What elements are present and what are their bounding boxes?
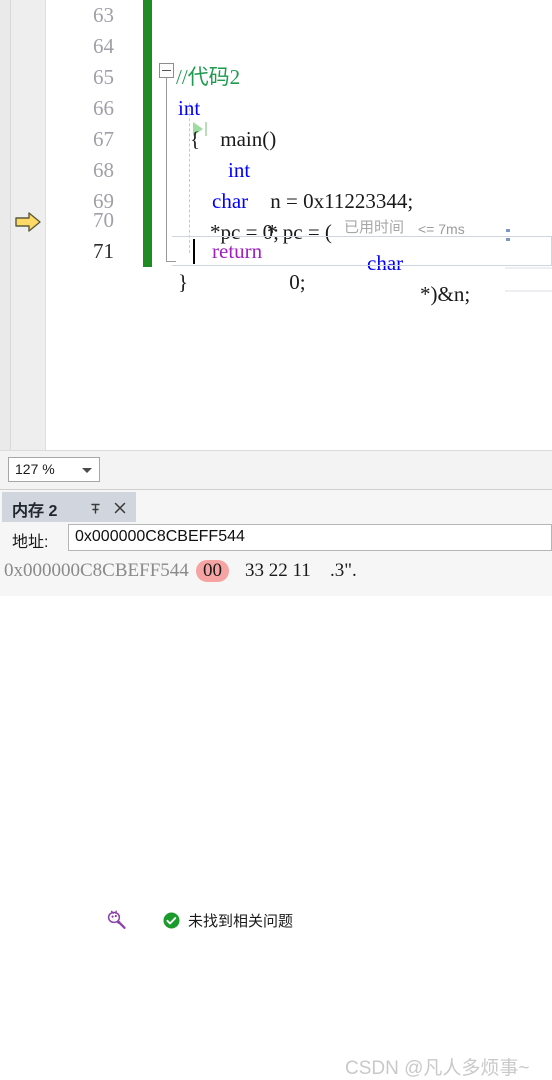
current-statement-arrow-icon[interactable] [14,210,42,234]
chevron-down-icon[interactable] [82,468,92,473]
address-label: 地址: [12,534,49,551]
change-tracking-bar [143,0,152,267]
line-number: 64 [93,34,114,58]
text-caret [193,239,195,264]
line-number: 65 [93,65,114,89]
line-number: 66 [93,96,114,120]
intellicode-brain-icon[interactable] [106,909,128,931]
watermark-text: CSDN @凡人多烦事~ [345,1058,530,1079]
address-row: 地址: 0x000000C8CBEFF544 [0,524,552,552]
memory-row-bytes[interactable]: 33 22 11 [245,560,311,582]
code-line-67[interactable]: int n = 0x11223344; [152,124,552,213]
line-number: 67 [93,127,114,151]
code-text-layer[interactable]: //代码2 int main() { int n = 0x11223344; c… [152,0,552,450]
status-message: 未找到相关问题 [188,913,294,930]
close-icon[interactable] [112,500,128,516]
memory-row-ascii: .3". [330,560,357,581]
scrollbar-annotation-mark [506,229,510,232]
visual-studio-debug-screen: 63 64 65 66 67 68 69 70 71 //代码2 int mai… [0,0,552,1079]
memory-highlighted-byte[interactable]: 00 [196,560,229,582]
pin-icon[interactable] [88,501,103,516]
memory-row-address: 0x000000C8CBEFF544 [4,560,189,581]
line-number: 70 [93,208,114,232]
zoom-level-value: 127 % [15,461,55,477]
address-input-value: 0x000000C8CBEFF544 [75,528,245,545]
current-line-highlight [172,236,552,266]
code-line-70[interactable]: return 0; 已用时间 <= 7ms [152,205,552,294]
editor-separator [505,267,552,269]
zoom-level-combobox[interactable]: 127 % [8,457,100,482]
editor-outer-margin [0,0,11,450]
code-token: } [178,270,189,294]
line-number: 63 [93,3,114,27]
tab-memory-2[interactable]: 内存 2 [2,492,136,522]
code-editor[interactable]: 63 64 65 66 67 68 69 70 71 //代码2 int mai… [0,0,552,450]
code-token: 0; [284,270,306,294]
code-line-65[interactable]: int main() [152,62,552,151]
scrollbar-annotation-mark [506,238,510,241]
address-input[interactable]: 0x000000C8CBEFF544 [68,524,552,551]
code-token: *)&n; [420,282,471,306]
editor-status-bar: 127 % 未找到相关问题 [0,450,552,930]
code-line-63[interactable] [152,0,552,31]
editor-separator [505,290,552,292]
memory-tool-window: 内存 2 地址: 0x000000C8CBEFF544 0x000000C8CB… [0,489,552,1079]
code-line-68[interactable]: char * pc = ( char *)&n; [152,155,552,306]
line-number-current: 71 [93,239,114,263]
line-number: 68 [93,158,114,182]
line-number-gutter: 63 64 65 66 67 68 69 70 71 [46,0,128,450]
tab-memory-2-label: 内存 2 [12,503,58,520]
memory-dump-area[interactable]: 0x000000C8CBEFF544 00 33 22 11 .3". [0,554,552,596]
check-circle-icon [163,912,180,929]
code-line-64[interactable]: //代码2 [152,31,552,89]
code-line-66[interactable]: { [152,93,552,151]
